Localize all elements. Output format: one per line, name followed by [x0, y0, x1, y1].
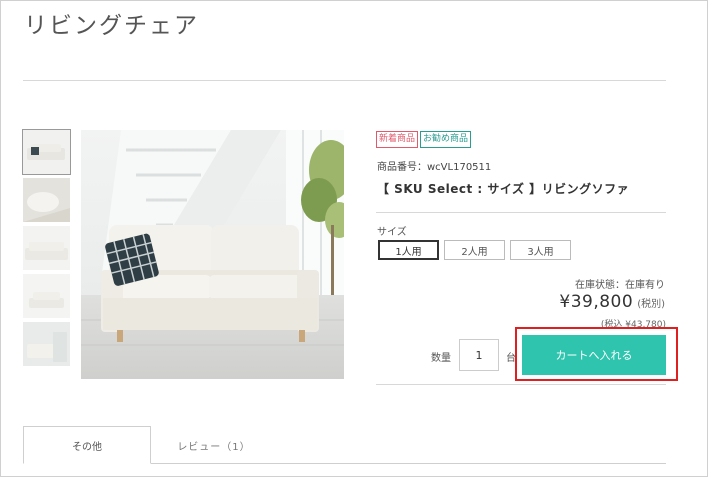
thumbnail-1[interactable]: [22, 129, 71, 175]
quantity-input[interactable]: 1: [459, 339, 499, 371]
thumbnail-3[interactable]: [23, 226, 70, 270]
price: ¥39,800: [559, 292, 634, 312]
sofa-thumbnail-icon: [23, 178, 70, 222]
product-badges: 新着商品 お勧め商品: [376, 131, 472, 148]
page-title: リビングチェア: [24, 13, 199, 39]
product-sku: 商品番号：wcVL170511: [377, 162, 492, 173]
tax-note: (税別): [637, 299, 665, 310]
size-option-1[interactable]: 1人用: [378, 240, 439, 260]
price-row: ¥39,800 (税別): [559, 292, 665, 312]
sofa-product-photo-icon: [81, 130, 344, 379]
quantity-label: 数量: [431, 353, 451, 364]
product-name: 【 SKU Select : サイズ 】リビングソファ: [377, 182, 630, 196]
product-main-image: [81, 130, 344, 379]
stock-status: 在庫状態：在庫有り: [575, 280, 665, 291]
recommended-badge: お勧め商品: [420, 131, 472, 148]
size-option-2[interactable]: 2人用: [444, 240, 505, 260]
sofa-thumbnail-icon: [23, 130, 70, 174]
sofa-thumbnail-icon: [23, 226, 70, 270]
sofa-thumbnail-icon: [23, 274, 70, 318]
sofa-thumbnail-icon: [23, 322, 70, 366]
bottom-divider: [376, 384, 666, 385]
tab-other[interactable]: その他: [23, 426, 151, 464]
info-divider: [376, 212, 666, 213]
thumbnail-5[interactable]: [23, 322, 70, 366]
tab-review[interactable]: レビュー（1）: [151, 426, 277, 464]
size-options: 1人用 2人用 3人用: [378, 240, 571, 260]
thumbnail-list: [22, 129, 71, 370]
new-product-badge: 新着商品: [376, 131, 419, 148]
size-label: サイズ: [377, 227, 407, 238]
size-option-3[interactable]: 3人用: [510, 240, 571, 260]
thumbnail-4[interactable]: [23, 274, 70, 318]
thumbnail-2[interactable]: [23, 178, 70, 222]
title-divider: [23, 80, 666, 81]
add-to-cart-button[interactable]: カートへ入れる: [522, 335, 666, 375]
